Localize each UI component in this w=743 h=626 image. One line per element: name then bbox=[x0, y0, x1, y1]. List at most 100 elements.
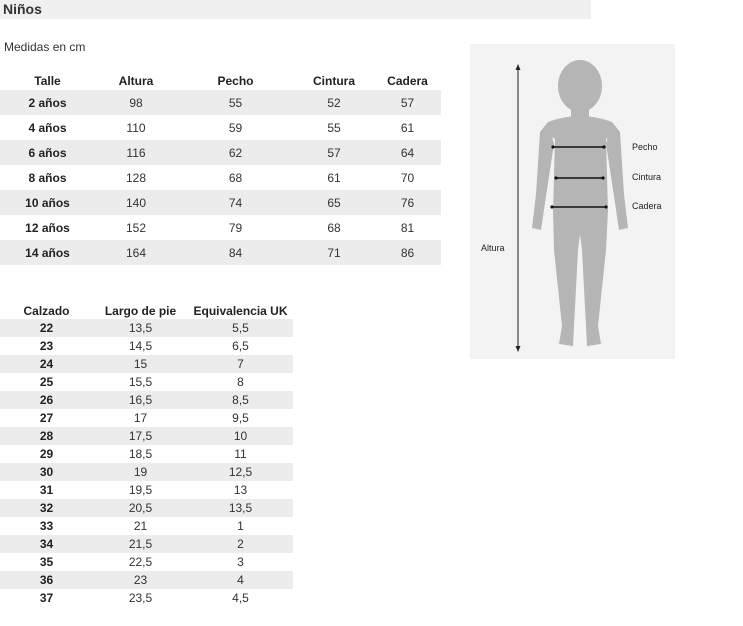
shoe-row: 32 20,5 13,5 bbox=[0, 499, 293, 517]
shoe-row-cell: 34 bbox=[0, 535, 93, 553]
size-row-cell: 59 bbox=[228, 120, 243, 135]
shoe-row-cell: 7 bbox=[188, 355, 293, 373]
shoe-row: 31 19,5 13 bbox=[0, 481, 293, 499]
size-row-cell: 55 bbox=[177, 90, 294, 115]
shoe-row: 33 21 1 bbox=[0, 517, 293, 535]
size-row-cell: 61 bbox=[327, 170, 341, 185]
shoe-row-cell: 11 bbox=[234, 447, 247, 461]
size-header-cadera: Cadera bbox=[387, 74, 428, 88]
shoe-row-cell: 21 bbox=[133, 519, 148, 533]
shoe-row-cell: 22,5 bbox=[128, 555, 153, 569]
shoe-row-cell: 19 bbox=[93, 463, 188, 481]
size-row-cell: 84 bbox=[177, 240, 294, 265]
size-row-cell: 74 bbox=[177, 190, 294, 215]
body-measurement-figure: Pecho Cintura Cadera Altura bbox=[470, 44, 675, 359]
size-row-cell: 98 bbox=[95, 90, 177, 115]
shoe-row-cell: 12,5 bbox=[188, 463, 293, 481]
shoe-header-uk: Equivalencia UK bbox=[193, 303, 288, 318]
size-row-cell: 110 bbox=[126, 120, 146, 135]
shoe-row-cell: 13,5 bbox=[188, 499, 293, 517]
shoe-row-cell: 3 bbox=[237, 555, 244, 569]
size-row-cell: 116 bbox=[95, 140, 177, 165]
shoe-row: 36 23 4 bbox=[0, 571, 293, 589]
size-row-cell: 68 bbox=[228, 170, 243, 185]
shoe-row: 27 17 9,5 bbox=[0, 409, 293, 427]
shoe-row-cell: 5,5 bbox=[188, 319, 293, 337]
shoe-row: 37 23,5 4,5 bbox=[0, 589, 293, 607]
size-header-altura: Altura bbox=[118, 74, 154, 88]
shoe-row-cell: 13,5 bbox=[93, 319, 188, 337]
size-row-cell: 12 años bbox=[25, 220, 70, 235]
shoe-row-cell: 26 bbox=[0, 391, 93, 409]
shoe-row-cell: 1 bbox=[237, 519, 244, 533]
shoe-row-cell: 14,5 bbox=[128, 339, 153, 353]
size-row-cell: 76 bbox=[374, 190, 441, 215]
label-pecho: Pecho bbox=[632, 142, 658, 152]
size-row: 8 años 128 68 61 70 bbox=[0, 165, 441, 190]
shoe-row-cell: 4 bbox=[188, 571, 293, 589]
shoe-row-cell: 24 bbox=[0, 355, 93, 373]
size-row-cell: 86 bbox=[374, 240, 441, 265]
shoe-row-cell: 13 bbox=[233, 483, 248, 497]
shoe-header-largo: Largo de pie bbox=[104, 303, 177, 318]
label-cintura: Cintura bbox=[632, 172, 662, 182]
shoe-row-cell: 30 bbox=[0, 463, 93, 481]
shoe-row: 34 21,5 2 bbox=[0, 535, 293, 553]
size-row-cell: 8 años bbox=[28, 170, 67, 185]
shoe-row-cell: 6,5 bbox=[232, 339, 249, 353]
size-header-pecho: Pecho bbox=[217, 74, 254, 88]
shoe-row: 29 18,5 11 bbox=[0, 445, 293, 463]
shoe-row-cell: 27 bbox=[39, 411, 54, 425]
size-row-cell: 65 bbox=[294, 190, 374, 215]
size-row: 10 años 140 74 65 76 bbox=[0, 190, 441, 215]
shoe-row-cell: 36 bbox=[0, 571, 93, 589]
size-row-cell: 140 bbox=[95, 190, 177, 215]
size-row-cell: 164 bbox=[95, 240, 177, 265]
size-row-cell: 68 bbox=[327, 220, 341, 235]
size-row-cell: 64 bbox=[374, 140, 441, 165]
size-row: 14 años 164 84 71 86 bbox=[0, 240, 441, 265]
size-row: 4 años 110 59 55 61 bbox=[0, 115, 441, 140]
size-row-cell: 55 bbox=[327, 120, 341, 135]
size-row-cell: 52 bbox=[294, 90, 374, 115]
shoe-row: 24 15 7 bbox=[0, 355, 293, 373]
shoe-table-header: Calzado Largo de pie Equivalencia UK bbox=[0, 302, 293, 319]
size-row-cell: 81 bbox=[400, 220, 415, 235]
size-row-cell: 14 años bbox=[0, 240, 95, 265]
size-row-cell: 70 bbox=[400, 170, 415, 185]
shoe-row: 28 17,5 10 bbox=[0, 427, 293, 445]
shoe-row-cell: 19,5 bbox=[128, 483, 153, 497]
shoe-row-cell: 20,5 bbox=[93, 499, 188, 517]
size-table-body: 2 años 98 55 52 57 4 años 110 59 55 61 6 años 116 62… bbox=[0, 90, 441, 265]
shoe-row-cell: 22 bbox=[0, 319, 93, 337]
shoe-row-cell: 4,5 bbox=[232, 591, 249, 605]
shoe-header-calzado: Calzado bbox=[23, 303, 70, 318]
shoe-row-cell: 23 bbox=[93, 571, 188, 589]
units-note: Medidas en cm bbox=[4, 40, 86, 54]
shoe-row: 35 22,5 3 bbox=[0, 553, 293, 571]
size-table: Talle Altura Pecho Cintura Cadera 2 años… bbox=[0, 72, 441, 265]
shoe-row-cell: 18,5 bbox=[128, 447, 153, 461]
size-row-cell: 62 bbox=[177, 140, 294, 165]
size-row-cell: 71 bbox=[294, 240, 374, 265]
shoe-row-cell: 15,5 bbox=[128, 375, 153, 389]
shoe-row-cell: 17 bbox=[133, 411, 148, 425]
size-header-talle: Talle bbox=[34, 74, 61, 88]
size-row-cell: 2 años bbox=[0, 90, 95, 115]
shoe-row-cell: 28 bbox=[0, 427, 93, 445]
shoe-row-cell: 23,5 bbox=[128, 591, 153, 605]
title-bar: Niños bbox=[0, 0, 591, 19]
shoe-row-cell: 29 bbox=[39, 447, 54, 461]
size-row-cell: 4 años bbox=[28, 120, 67, 135]
shoe-table: Calzado Largo de pie Equivalencia UK 22 1… bbox=[0, 302, 293, 607]
size-row-cell: 57 bbox=[374, 90, 441, 115]
size-row: 12 años 152 79 68 81 bbox=[0, 215, 441, 240]
size-row-cell: 57 bbox=[294, 140, 374, 165]
size-row-cell: 10 años bbox=[0, 190, 95, 215]
shoe-row-cell: 37 bbox=[39, 591, 54, 605]
shoe-row: 23 14,5 6,5 bbox=[0, 337, 293, 355]
shoe-row-cell: 32 bbox=[0, 499, 93, 517]
size-row-cell: 79 bbox=[228, 220, 243, 235]
shoe-row: 26 16,5 8,5 bbox=[0, 391, 293, 409]
size-row-cell: 61 bbox=[400, 120, 415, 135]
